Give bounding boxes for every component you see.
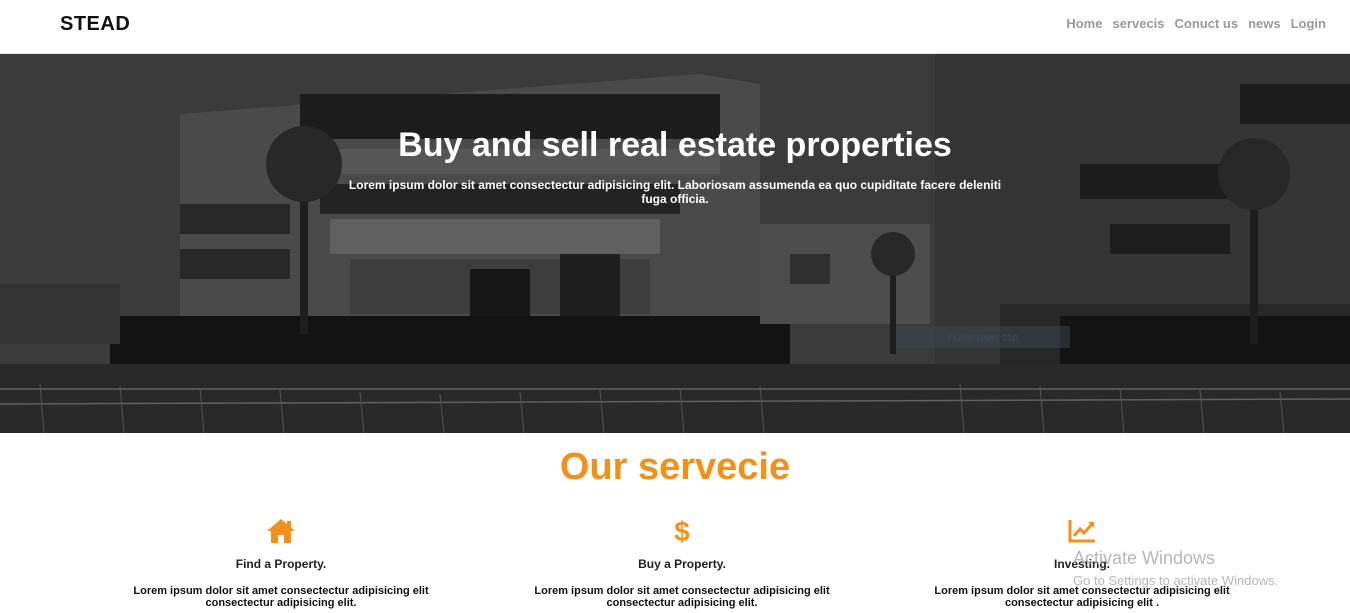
service-name: Buy a Property. bbox=[638, 557, 726, 571]
home-icon bbox=[96, 515, 466, 547]
nav-link-services[interactable]: servecis bbox=[1112, 16, 1164, 31]
nav-link-contact[interactable]: Conuct us bbox=[1175, 16, 1239, 31]
service-card-find: Find a Property. Lorem ipsum dolor sit a… bbox=[96, 515, 466, 609]
services-title: Our servecie bbox=[559, 446, 791, 488]
hero-title: Buy and sell real estate properties bbox=[398, 126, 952, 164]
nav-links: Home servecis Conuct us news Login bbox=[1066, 16, 1326, 31]
svg-text:$: $ bbox=[674, 516, 690, 546]
nav-link-login[interactable]: Login bbox=[1291, 16, 1326, 31]
hero-overlay bbox=[0, 54, 1350, 433]
watermark-title: Activate Windows bbox=[1073, 548, 1216, 568]
hero-subtitle: Lorem ipsum dolor sit amet consectectur … bbox=[348, 178, 1002, 206]
chart-line-icon bbox=[897, 515, 1267, 547]
hero-section: Buy and sell real estate properties Lore… bbox=[0, 54, 1350, 433]
service-description: Lorem ipsum dolor sit amet consectectur … bbox=[133, 585, 429, 609]
dollar-icon: $ bbox=[497, 515, 867, 547]
service-name: Find a Property. bbox=[235, 557, 327, 571]
windows-activation-watermark: Activate Windows Go to Settings to activ… bbox=[1073, 548, 1278, 588]
nav-link-news[interactable]: news bbox=[1248, 16, 1281, 31]
navbar: STEAD Home servecis Conuct us news Login bbox=[0, 0, 1350, 54]
service-card-buy: $ Buy a Property. Lorem ipsum dolor sit … bbox=[497, 515, 867, 609]
nav-link-home[interactable]: Home bbox=[1066, 16, 1102, 31]
service-description: Lorem ipsum dolor sit amet consectectur … bbox=[934, 585, 1230, 609]
brand-logo[interactable]: STEAD bbox=[60, 13, 130, 36]
hero-button[interactable]: Fullscreen stip bbox=[896, 326, 1070, 348]
service-description: Lorem ipsum dolor sit amet consectectur … bbox=[534, 585, 830, 609]
watermark-subtitle: Go to Settings to activate Windows. bbox=[1073, 573, 1279, 588]
